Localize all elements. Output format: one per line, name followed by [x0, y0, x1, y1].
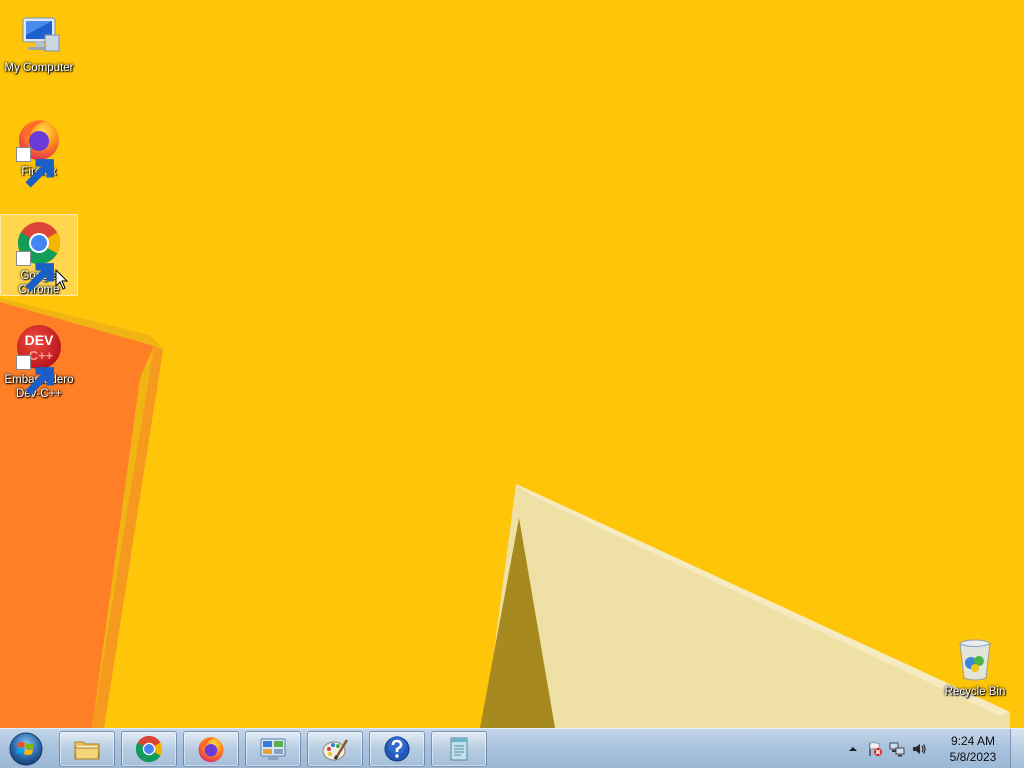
- paint-icon: [322, 739, 349, 761]
- taskbar-button-explorer[interactable]: [59, 731, 115, 767]
- taskbar-button-notepad[interactable]: [431, 731, 487, 767]
- taskbar-button-help[interactable]: [369, 731, 425, 767]
- desktop-icon-label: My Computer: [4, 62, 74, 74]
- desktop-icon-recycle-bin[interactable]: Recycle Bin: [936, 630, 1014, 700]
- chrome-icon: [15, 219, 63, 292]
- system-tray: [842, 729, 930, 768]
- shortcut-arrow-icon: [16, 147, 54, 188]
- wallpaper: [0, 0, 1024, 728]
- chrome-icon: [135, 735, 163, 763]
- help-icon: [384, 736, 410, 762]
- control-panel-icon: [260, 738, 286, 760]
- clock-time: 9:24 AM: [950, 734, 996, 748]
- show-desktop-button[interactable]: [1010, 729, 1024, 768]
- taskbar-clock[interactable]: 9:24 AM 5/8/2023: [936, 733, 1010, 765]
- desktop-icon-firefox[interactable]: Firefox: [0, 110, 78, 188]
- clock-date: 5/8/2023: [949, 750, 997, 764]
- devcpp-icon-text-dev: DEV: [25, 332, 54, 348]
- taskbar-button-chrome[interactable]: [121, 731, 177, 767]
- devcpp-icon: DEV C++: [15, 323, 63, 396]
- folder-icon: [74, 741, 100, 760]
- action-center-flag-icon[interactable]: [864, 738, 886, 760]
- network-icon[interactable]: [886, 738, 908, 760]
- volume-icon[interactable]: [908, 738, 930, 760]
- taskbar: 9:24 AM 5/8/2023: [0, 728, 1024, 768]
- desktop-icon-my-computer[interactable]: My Computer: [0, 6, 78, 76]
- notepad-icon: [450, 737, 468, 761]
- computer-icon: [15, 11, 63, 59]
- taskbar-button-firefox[interactable]: [183, 731, 239, 767]
- desktop-icon-google-chrome[interactable]: Google Chrome: [0, 214, 78, 296]
- start-button[interactable]: [3, 730, 49, 768]
- taskbar-button-paint[interactable]: [307, 731, 363, 767]
- firefox-icon: [15, 115, 63, 188]
- shortcut-arrow-icon: [16, 251, 54, 292]
- show-hidden-icons-arrow[interactable]: [842, 738, 864, 760]
- desktop-icon-embarcadero-dev-cpp[interactable]: DEV C++ Embarcadero Dev-C++: [0, 318, 78, 402]
- taskbar-button-control-panel[interactable]: [245, 731, 301, 767]
- desktop-icon-label: Recycle Bin: [944, 686, 1006, 698]
- windows-logo-icon: [9, 732, 43, 766]
- desktop[interactable]: My Computer Firefox Google Chrome DEV C+…: [0, 0, 1024, 728]
- shortcut-arrow-icon: [16, 355, 54, 396]
- recycle-bin-icon: [951, 635, 999, 683]
- firefox-icon: [198, 737, 224, 763]
